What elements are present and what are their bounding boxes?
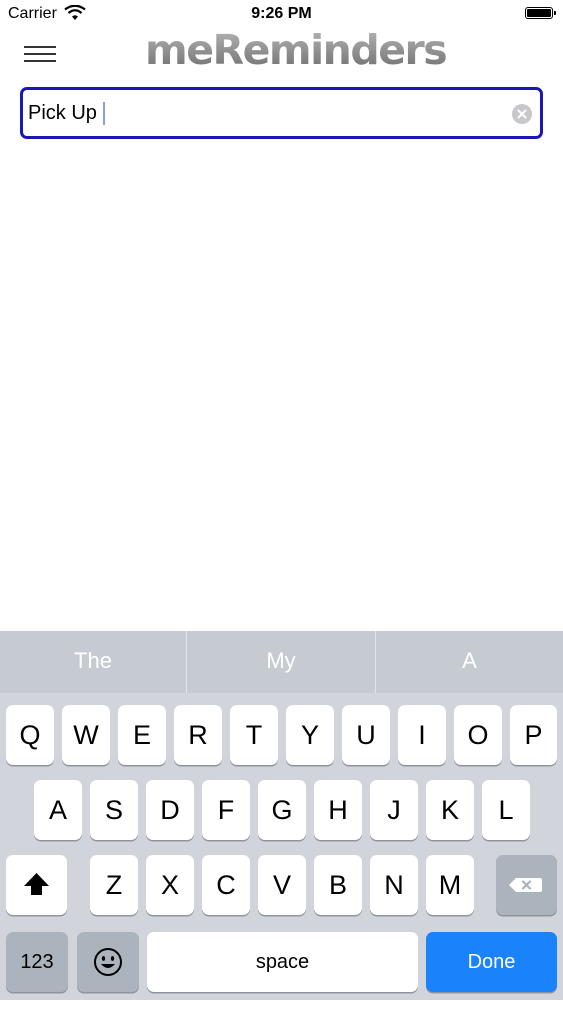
key-u[interactable]: U (342, 705, 390, 765)
shift-arrow-icon (24, 873, 49, 895)
suggestion-item[interactable]: The (0, 631, 186, 693)
emoji-key[interactable] (77, 932, 139, 992)
key-q[interactable]: Q (6, 705, 54, 765)
backspace-key[interactable] (496, 855, 557, 915)
key-i[interactable]: I (398, 705, 446, 765)
key-v[interactable]: V (258, 855, 306, 915)
keyboard: The My A Q W E R T Y U I O P A S D F G H… (0, 631, 563, 1000)
backspace-icon (509, 878, 542, 892)
key-l[interactable]: L (482, 780, 530, 840)
hamburger-icon (24, 46, 56, 48)
key-w[interactable]: W (62, 705, 110, 765)
app-logo: meReminders (145, 26, 448, 74)
key-y[interactable]: Y (286, 705, 334, 765)
key-h[interactable]: H (314, 780, 362, 840)
numbers-key[interactable]: 123 (6, 932, 68, 992)
key-a[interactable]: A (34, 780, 82, 840)
search-field[interactable] (20, 87, 543, 139)
key-s[interactable]: S (90, 780, 138, 840)
text-caret (103, 102, 105, 125)
key-z[interactable]: Z (90, 855, 138, 915)
menu-button[interactable] (24, 44, 58, 66)
key-e[interactable]: E (118, 705, 166, 765)
key-f[interactable]: F (202, 780, 250, 840)
key-g[interactable]: G (258, 780, 306, 840)
key-m[interactable]: M (426, 855, 474, 915)
done-key[interactable]: Done (426, 932, 557, 992)
battery-icon (525, 7, 556, 19)
suggestion-bar: The My A (0, 631, 563, 693)
space-key[interactable]: space (147, 932, 418, 992)
emoji-smiley-icon (94, 948, 122, 976)
key-r[interactable]: R (174, 705, 222, 765)
shift-key[interactable] (6, 855, 67, 915)
status-time: 9:26 PM (251, 5, 312, 22)
key-b[interactable]: B (314, 855, 362, 915)
key-d[interactable]: D (146, 780, 194, 840)
key-o[interactable]: O (454, 705, 502, 765)
key-j[interactable]: J (370, 780, 418, 840)
key-k[interactable]: K (426, 780, 474, 840)
suggestion-item[interactable]: A (376, 631, 563, 693)
search-input[interactable] (28, 90, 503, 136)
suggestion-item[interactable]: My (187, 631, 375, 693)
clear-x-icon (517, 109, 527, 119)
key-n[interactable]: N (370, 855, 418, 915)
key-c[interactable]: C (202, 855, 250, 915)
key-t[interactable]: T (230, 705, 278, 765)
clear-text-button[interactable] (512, 104, 532, 124)
key-p[interactable]: P (510, 705, 557, 765)
key-x[interactable]: X (146, 855, 194, 915)
